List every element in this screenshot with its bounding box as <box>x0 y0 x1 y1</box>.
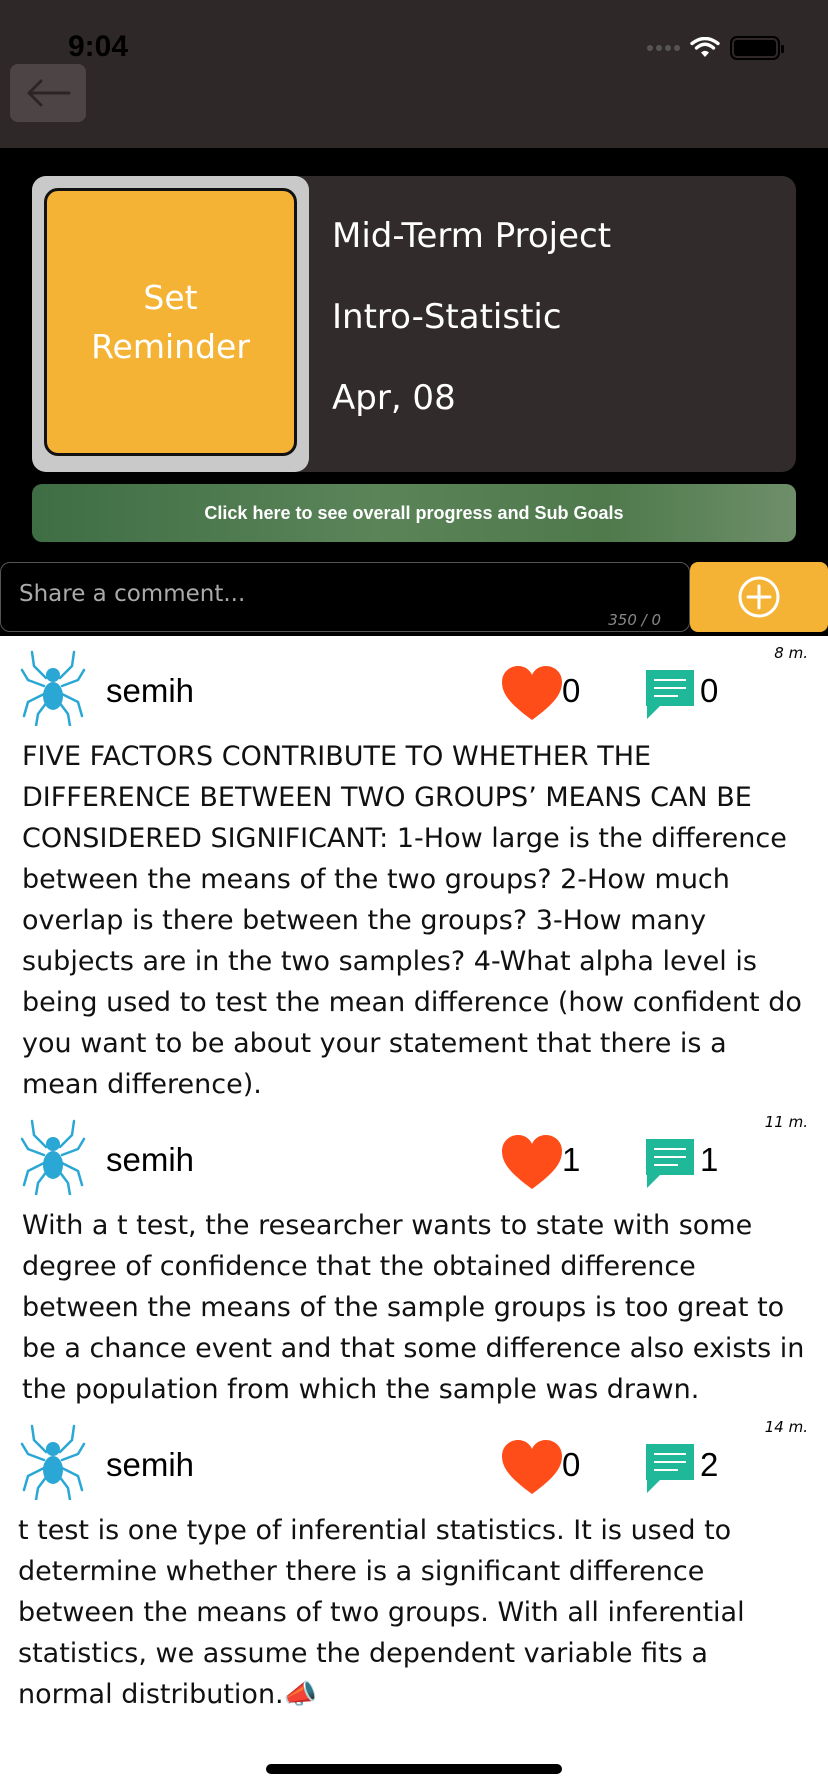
heart-icon[interactable] <box>500 1438 564 1496</box>
comment-bubble-icon[interactable] <box>644 668 696 720</box>
post-text: With a t test, the researcher wants to s… <box>22 1210 805 1405</box>
post-username[interactable]: semih <box>106 672 194 710</box>
post-header: semih 1 1 11 m. <box>0 1109 828 1205</box>
spider-avatar-icon[interactable] <box>20 1117 86 1195</box>
post: semih 1 1 11 m. With a t test, the resea… <box>0 1109 828 1410</box>
spider-avatar-icon[interactable] <box>20 1422 86 1500</box>
post-time: 11 m. <box>764 1113 808 1131</box>
goal-title: Mid-Term Project <box>332 216 612 256</box>
post-username[interactable]: semih <box>106 1446 194 1484</box>
spider-avatar-icon[interactable] <box>20 648 86 726</box>
post-time: 8 m. <box>774 644 808 662</box>
progress-subgoals-button[interactable]: Click here to see overall progress and S… <box>32 484 796 542</box>
reminder-frame: Set Reminder <box>32 176 309 472</box>
char-counter: 350 / 0 <box>608 611 661 629</box>
comment-count: 0 <box>700 672 719 709</box>
heart-icon[interactable] <box>500 664 564 722</box>
comment-bar: 350 / 0 <box>0 562 828 632</box>
post-header: semih 0 2 14 m. <box>0 1414 828 1510</box>
goal-date: Apr, 08 <box>332 378 456 418</box>
goal-card: Set Reminder Mid-Term Project Intro-Stat… <box>32 176 796 472</box>
like-count: 0 <box>562 672 581 709</box>
status-icons <box>647 36 784 60</box>
post: semih 0 2 14 m. t test is one type of in… <box>0 1414 828 1715</box>
comment-bubble-icon[interactable] <box>644 1137 696 1189</box>
post-text: FIVE FACTORS CONTRIBUTE TO WHETHER THE D… <box>22 741 802 1100</box>
post-username[interactable]: semih <box>106 1141 194 1179</box>
post-time: 14 m. <box>764 1418 808 1436</box>
comment-input[interactable] <box>19 577 619 611</box>
wifi-icon <box>690 37 720 57</box>
goal-info: Mid-Term Project Intro-Statistic Apr, 08 <box>332 216 611 459</box>
battery-icon <box>730 36 784 60</box>
add-comment-button[interactable] <box>690 562 828 632</box>
back-button[interactable] <box>10 64 86 122</box>
goal-course: Intro-Statistic <box>332 297 562 337</box>
heart-icon[interactable] <box>500 1133 564 1191</box>
comment-bubble-icon[interactable] <box>644 1442 696 1494</box>
comment-count: 2 <box>700 1446 719 1483</box>
status-bar: 9:04 <box>0 0 828 148</box>
set-reminder-label: Set Reminder <box>91 278 250 366</box>
home-indicator <box>266 1764 562 1774</box>
comment-input-container: 350 / 0 <box>0 562 690 632</box>
comment-count: 1 <box>700 1141 719 1178</box>
status-time: 9:04 <box>68 30 129 63</box>
cellular-signal-icon <box>647 45 680 51</box>
plus-circle-icon <box>738 576 780 618</box>
post-text: t test is one type of inferential statis… <box>18 1515 745 1710</box>
like-count: 0 <box>562 1446 581 1483</box>
post-header: semih 0 0 8 m. <box>0 640 828 736</box>
post: semih 0 0 8 m. FIVE FACTORS CONTRIBUTE T… <box>0 640 828 1105</box>
arrow-left-icon <box>27 79 71 107</box>
set-reminder-button[interactable]: Set Reminder <box>44 188 297 456</box>
like-count: 1 <box>562 1141 581 1178</box>
